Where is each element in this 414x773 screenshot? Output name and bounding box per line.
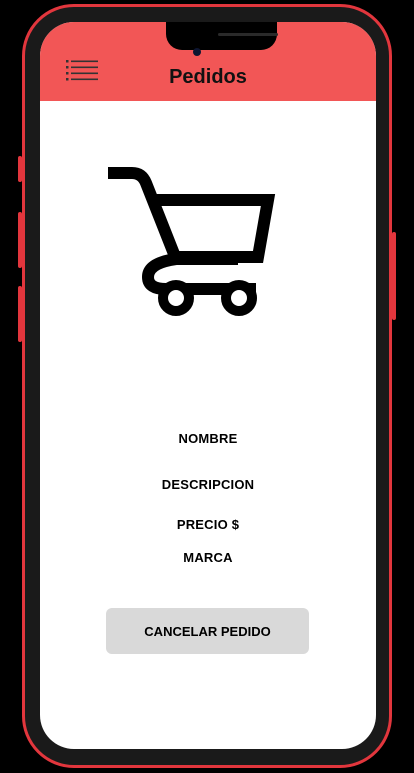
app-screen: Pedidos NOMBRE DESCRIPCION PRECIO $ MARC…: [40, 22, 376, 749]
shopping-cart-icon: [108, 167, 276, 316]
page-title: Pedidos: [169, 66, 247, 88]
product-brand: MARCA: [183, 550, 233, 565]
volume-up-button: [18, 212, 22, 268]
product-name: NOMBRE: [178, 431, 238, 446]
volume-down-button: [18, 286, 22, 342]
power-button: [392, 232, 396, 320]
speaker-grille: [218, 33, 278, 36]
cancel-order-button[interactable]: CANCELAR PEDIDO: [106, 608, 309, 654]
product-price: PRECIO $: [176, 517, 240, 532]
mute-switch: [18, 156, 22, 182]
notch: [166, 22, 277, 50]
front-camera: [193, 48, 201, 56]
product-description: DESCRIPCION: [161, 477, 255, 492]
